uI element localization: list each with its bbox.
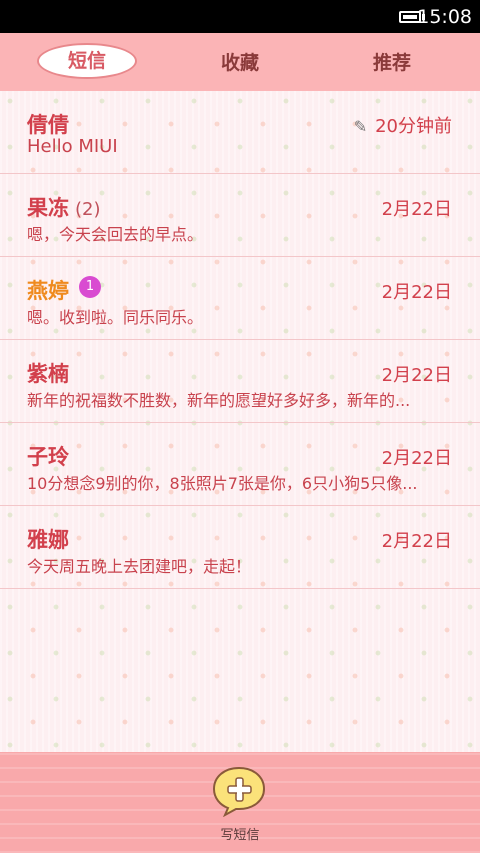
- message-preview: 嗯，今天会回去的早点。: [27, 225, 204, 244]
- tab-recommend[interactable]: 推荐: [352, 45, 432, 81]
- message-date: 20分钟前: [375, 116, 452, 137]
- message-preview: Hello MIUI: [27, 136, 118, 157]
- contact-name: 燕婷: [27, 279, 69, 303]
- message-preview: 今天周五晚上去团建吧，走起！: [27, 557, 252, 576]
- compose-label: 写短信: [220, 828, 260, 843]
- contact-name-text: 果冻: [27, 196, 69, 220]
- message-date: 2月22日: [381, 282, 452, 303]
- conversation-row[interactable]: 紫楠 2月22日 新年的祝福数不胜数，新年的愿望好多好多，新年的...: [0, 340, 480, 423]
- contact-name: 紫楠: [27, 362, 69, 386]
- compose-plus-bubble-icon: [212, 766, 266, 818]
- contact-name: 雅娜: [27, 528, 69, 552]
- contact-name: 倩倩: [27, 113, 69, 137]
- conversation-row[interactable]: 倩倩 ✎ 20分钟前 Hello MIUI: [0, 91, 480, 174]
- conversation-row[interactable]: 果冻 (2) 2月22日 嗯，今天会回去的早点。: [0, 174, 480, 257]
- message-count: (2): [75, 199, 101, 220]
- conversation-row[interactable]: 雅娜 2月22日 今天周五晚上去团建吧，走起！: [0, 506, 480, 589]
- message-preview: 嗯。收到啦。同乐同乐。: [27, 308, 204, 327]
- message-date: 2月22日: [381, 448, 452, 469]
- conversation-row[interactable]: 燕婷 1 2月22日 嗯。收到啦。同乐同乐。: [0, 257, 480, 340]
- draft-pencil-icon: ✎: [353, 117, 368, 136]
- conversation-row[interactable]: 子玲 2月22日 10分想念9别的你，8张照片7张是你，6只小狗5只像...: [0, 423, 480, 506]
- compose-button[interactable]: [211, 765, 267, 818]
- tab-bar: 短信 收藏 推荐: [0, 33, 480, 95]
- contact-name: 子玲: [27, 445, 69, 469]
- unread-badge: 1: [79, 276, 101, 298]
- status-time: 15:08: [417, 6, 472, 28]
- message-preview: 10分想念9别的你，8张照片7张是你，6只小狗5只像...: [27, 474, 418, 493]
- message-date: 2月22日: [381, 365, 452, 386]
- tab-sms[interactable]: 短信: [37, 43, 137, 79]
- bottom-bar: 写短信: [0, 752, 480, 853]
- contact-name: 果冻 (2): [27, 192, 101, 222]
- conversation-list[interactable]: 倩倩 ✎ 20分钟前 Hello MIUI 果冻 (2) 2月22日 嗯，今天会回去…: [0, 91, 480, 752]
- status-bar: 15:08: [0, 0, 480, 33]
- message-preview: 新年的祝福数不胜数，新年的愿望好多好多，新年的...: [27, 391, 411, 410]
- message-date: 2月22日: [381, 199, 452, 220]
- tab-favorites[interactable]: 收藏: [200, 45, 280, 81]
- date-wrap: ✎ 20分钟前: [354, 112, 452, 138]
- message-date: 2月22日: [381, 531, 452, 552]
